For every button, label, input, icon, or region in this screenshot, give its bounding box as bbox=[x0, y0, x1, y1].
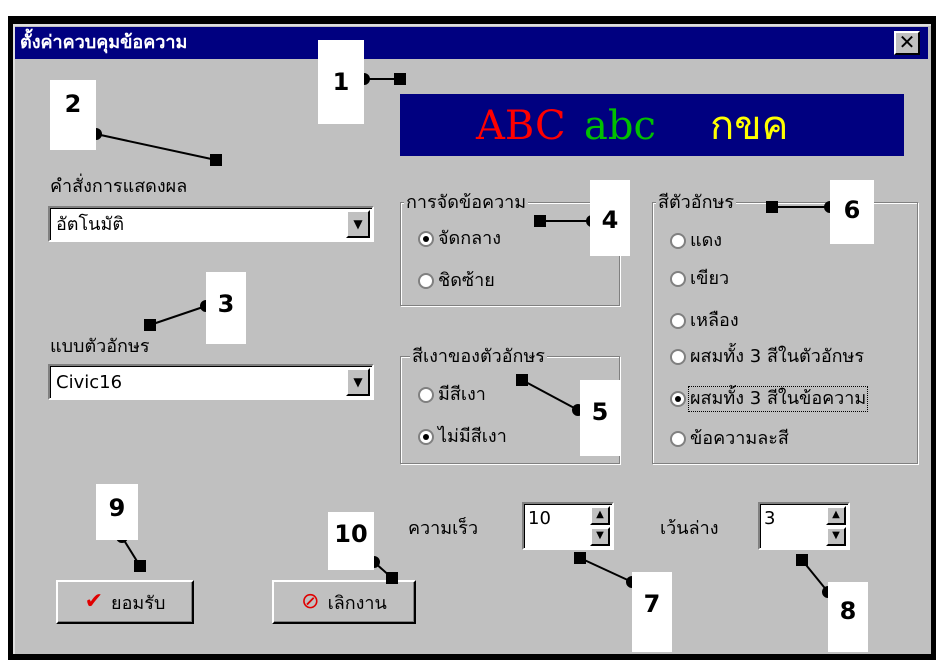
callout-4: 4 bbox=[590, 180, 630, 256]
callout-7: 7 bbox=[632, 572, 672, 652]
callout-9: 9 bbox=[96, 484, 138, 540]
callout-8: 8 bbox=[828, 582, 868, 652]
callout-10: 10 bbox=[328, 512, 374, 570]
callout-5: 5 bbox=[580, 380, 620, 456]
callout-leader-lines bbox=[90, 73, 836, 598]
callout-1: 1 bbox=[318, 40, 364, 124]
callout-3: 3 bbox=[206, 272, 246, 344]
callout-2: 2 bbox=[50, 80, 96, 150]
callout-6: 6 bbox=[830, 180, 874, 244]
